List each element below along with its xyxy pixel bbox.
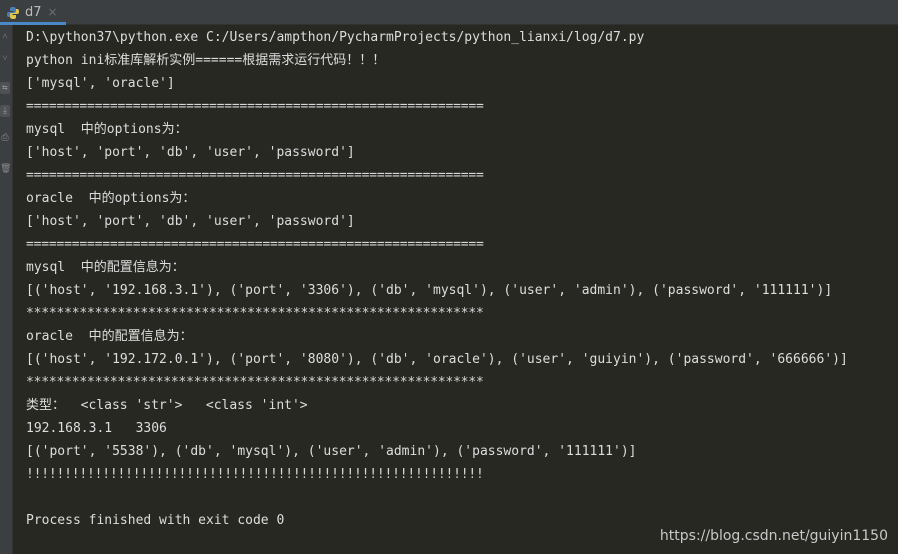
console-toolbar: ˄ ˅ ⇆ ⤓ ⎙ 🗑	[0, 25, 13, 554]
scroll-to-end-icon[interactable]: ⤓	[0, 105, 10, 117]
tab-label: d7	[25, 4, 42, 20]
console-line: [('port', '5538'), ('db', 'mysql'), ('us…	[26, 444, 637, 459]
console-separator: ========================================…	[26, 237, 484, 252]
console-line: python ini标准库解析实例======根据需求运行代码！！！	[26, 53, 386, 68]
console-line: mysql 中的options为：	[26, 122, 188, 137]
console-separator: ****************************************…	[26, 306, 484, 321]
run-console-output[interactable]: D:\python37\python.exe C:/Users/ampthon/…	[13, 25, 898, 554]
console-line: 192.168.3.1 3306	[26, 421, 167, 436]
console-line: ['mysql', 'oracle']	[26, 76, 175, 91]
console-separator: ========================================…	[26, 99, 484, 114]
scroll-down-icon[interactable]: ˅	[0, 53, 10, 65]
console-line: [('host', '192.168.3.1'), ('port', '3306…	[26, 283, 833, 298]
print-icon[interactable]: ⎙	[0, 132, 10, 144]
clear-icon[interactable]: 🗑	[0, 163, 11, 175]
console-line: mysql 中的配置信息为：	[26, 260, 185, 275]
watermark: https://blog.csdn.net/guiyin1150	[659, 528, 888, 544]
soft-wrap-icon[interactable]: ⇆	[0, 82, 10, 94]
python-file-icon	[6, 5, 20, 19]
editor-tab-bar: d7 ×	[0, 0, 898, 25]
console-line: oracle 中的配置信息为：	[26, 329, 193, 344]
console-line: [('host', '192.172.0.1'), ('port', '8080…	[26, 352, 848, 367]
console-separator: ========================================…	[26, 168, 484, 183]
console-line: ['host', 'port', 'db', 'user', 'password…	[26, 145, 355, 160]
close-tab-icon[interactable]: ×	[48, 5, 58, 19]
console-line: oracle 中的options为：	[26, 191, 196, 206]
console-line: 类型： <class 'str'> <class 'int'>	[26, 398, 308, 413]
console-separator: !!!!!!!!!!!!!!!!!!!!!!!!!!!!!!!!!!!!!!!!…	[26, 467, 484, 482]
tab-d7[interactable]: d7 ×	[0, 0, 66, 25]
console-line: ['host', 'port', 'db', 'user', 'password…	[26, 214, 355, 229]
console-line-command: D:\python37\python.exe C:/Users/ampthon/…	[26, 30, 645, 45]
console-separator: ****************************************…	[26, 375, 484, 390]
scroll-up-icon[interactable]: ˄	[0, 31, 10, 43]
